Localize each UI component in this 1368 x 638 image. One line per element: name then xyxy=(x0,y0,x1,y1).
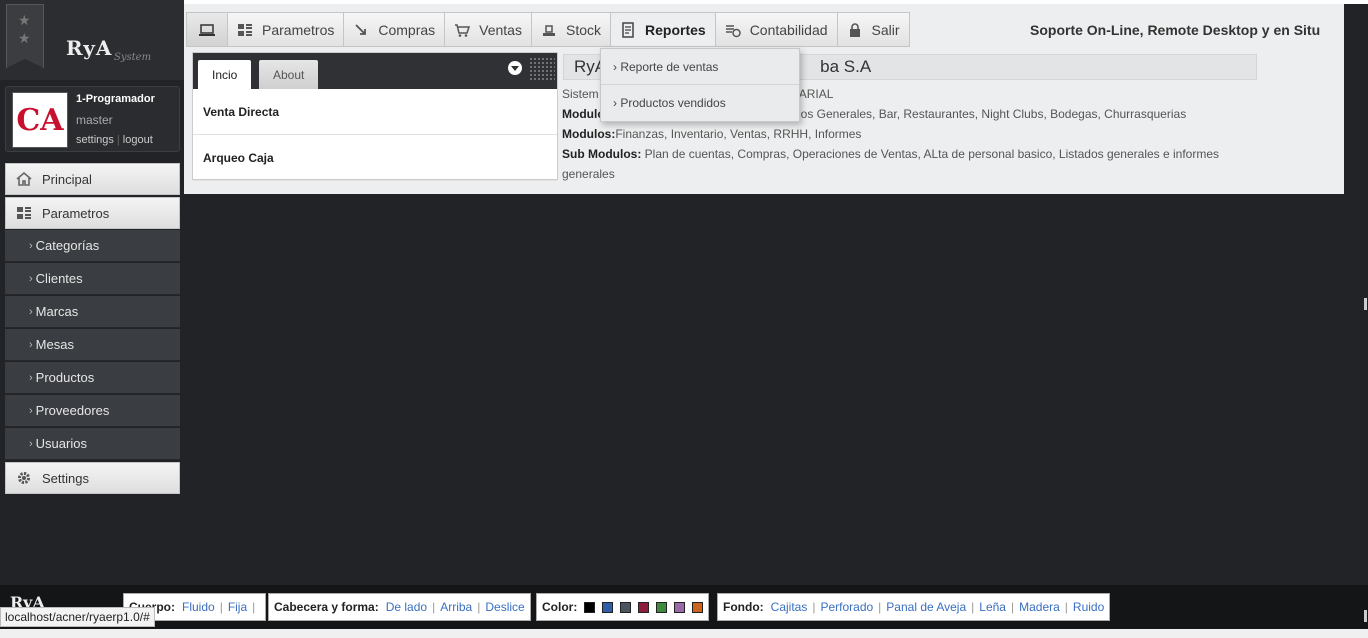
star-icon: ★ xyxy=(18,12,31,28)
option-cajitas[interactable]: Cajitas xyxy=(771,600,808,614)
logout-link[interactable]: logout xyxy=(123,134,153,146)
sidebar-subitem-clientes[interactable]: › Clientes xyxy=(5,263,180,295)
settings-link[interactable]: settings xyxy=(76,134,114,146)
nav-reportes[interactable]: Reportes xyxy=(611,12,716,47)
logo-area: ★ ★ RyA System xyxy=(0,0,184,80)
scrollbar-mark[interactable] xyxy=(1364,610,1367,622)
sidebar-item-parametros[interactable]: Parametros xyxy=(5,197,180,229)
grid-icon xyxy=(16,205,32,221)
logo-subtitle: System xyxy=(114,52,152,63)
option-arriba[interactable]: Arriba xyxy=(440,600,472,614)
widget-header: Incio About xyxy=(193,53,557,89)
avatar: CA xyxy=(12,92,68,148)
nav-stock[interactable]: Stock xyxy=(531,12,611,47)
option-de-lado[interactable]: De lado xyxy=(386,600,427,614)
list-item-arqueo-caja[interactable]: Arqueo Caja xyxy=(193,135,557,181)
footer-fondo: Fondo: Cajitas | Perforado | Panal de Avej… xyxy=(717,593,1111,621)
footer-color: Color: xyxy=(536,593,710,621)
tab-about[interactable]: About xyxy=(259,60,319,89)
sidebar-item-label: Settings xyxy=(42,470,89,486)
sidebar-item-label: Parametros xyxy=(42,205,110,221)
color-swatch-maroon[interactable] xyxy=(638,601,650,613)
reportes-dropdown: › Reporte de ventas › Productos vendidos xyxy=(600,48,800,122)
gear-icon xyxy=(16,470,32,486)
color-swatch-blue[interactable] xyxy=(602,601,614,613)
option-fija[interactable]: Fija xyxy=(228,600,247,614)
footer-cabecera: Cabecera y forma: De lado | Arriba | Desli… xyxy=(268,593,531,621)
grid-icon xyxy=(237,22,253,38)
color-swatch-gray[interactable] xyxy=(620,601,632,613)
collapse-icon[interactable] xyxy=(508,61,522,75)
favorites-ribbon[interactable]: ★ ★ xyxy=(6,4,44,68)
drag-handle-icon[interactable] xyxy=(529,57,555,81)
nav-parametros[interactable]: Parametros xyxy=(228,12,345,47)
sidebar-item-settings[interactable]: Settings xyxy=(5,462,180,494)
nav-ventas[interactable]: Ventas xyxy=(445,12,532,47)
color-swatch-black[interactable] xyxy=(584,601,596,613)
report-icon xyxy=(620,21,636,38)
list-item-venta-directa[interactable]: Venta Directa xyxy=(193,89,557,135)
home-icon xyxy=(16,171,32,187)
user-links: settings | logout xyxy=(76,134,153,146)
option-ruido[interactable]: Ruido xyxy=(1073,600,1104,614)
info-submodulos-line: Sub Modulos: Plan de cuentas, Compras, O… xyxy=(562,147,1220,161)
bottom-strip xyxy=(0,629,1368,638)
tab-inicio[interactable]: Incio xyxy=(198,60,252,89)
user-role: master xyxy=(76,113,113,127)
menu-item-productos-vendidos[interactable]: › Productos vendidos xyxy=(601,85,799,121)
sidebar-subitem-usuarios[interactable]: › Usuarios xyxy=(5,428,180,460)
sidebar-subitem-productos[interactable]: › Productos xyxy=(5,362,180,394)
option-deslice[interactable]: Deslice xyxy=(485,600,524,614)
star-icon: ★ xyxy=(18,30,31,46)
coins-icon xyxy=(725,22,741,38)
color-swatch-purple[interactable] xyxy=(674,601,686,613)
user-name: 1-Programador xyxy=(76,93,155,105)
scale-icon xyxy=(541,22,557,38)
nav-salir[interactable]: Salir xyxy=(837,12,910,47)
option-perforado[interactable]: Perforado xyxy=(820,600,873,614)
menu-item-reporte-ventas[interactable]: › Reporte de ventas xyxy=(601,49,799,85)
option-fluido[interactable]: Fluido xyxy=(182,600,215,614)
sidebar-item-principal[interactable]: Principal xyxy=(5,163,180,195)
logo: RyA xyxy=(66,36,113,60)
option-lena[interactable]: Leña xyxy=(979,600,1006,614)
support-banner: Soporte On-Line, Remote Desktop y en Sit… xyxy=(1030,22,1321,38)
arrow-in-icon xyxy=(353,22,369,38)
user-box: CA 1-Programador master settings | logout xyxy=(5,86,180,152)
laptop-icon xyxy=(199,22,215,38)
sidebar-item-label: Principal xyxy=(42,171,92,187)
cart-icon xyxy=(454,22,471,38)
nav-home[interactable] xyxy=(186,12,228,47)
sidebar-subitem-mesas[interactable]: › Mesas xyxy=(5,329,180,361)
status-url: localhost/acner/ryaerp1.0/# xyxy=(0,607,155,627)
quick-access-widget: Incio About Venta Directa Arqueo Caja xyxy=(192,52,558,181)
sidebar-subitem-marcas[interactable]: › Marcas xyxy=(5,296,180,328)
color-swatch-green[interactable] xyxy=(656,601,668,613)
option-madera[interactable]: Madera xyxy=(1019,600,1060,614)
top-nav: Parametros Compras Ventas Stock Reportes… xyxy=(186,12,910,47)
footer: RyA Cuerpo: Fluido| Fija| Cabecera y for… xyxy=(0,585,1368,629)
scrollbar-mark[interactable] xyxy=(1364,298,1367,310)
info-modulos-line: Modulos:Finanzas, Inventario, Ventas, RR… xyxy=(562,127,862,141)
nav-contabilidad[interactable]: Contabilidad xyxy=(715,12,838,47)
sidebar-subitem-categorias[interactable]: › Categorías xyxy=(5,230,180,262)
lock-icon xyxy=(847,22,863,38)
info-submodulos-cont: generales xyxy=(562,167,615,181)
sidebar-subitem-proveedores[interactable]: › Proveedores xyxy=(5,395,180,427)
option-panal[interactable]: Panal de Aveja xyxy=(886,600,966,614)
color-swatch-orange[interactable] xyxy=(692,601,704,613)
nav-compras[interactable]: Compras xyxy=(344,12,446,47)
